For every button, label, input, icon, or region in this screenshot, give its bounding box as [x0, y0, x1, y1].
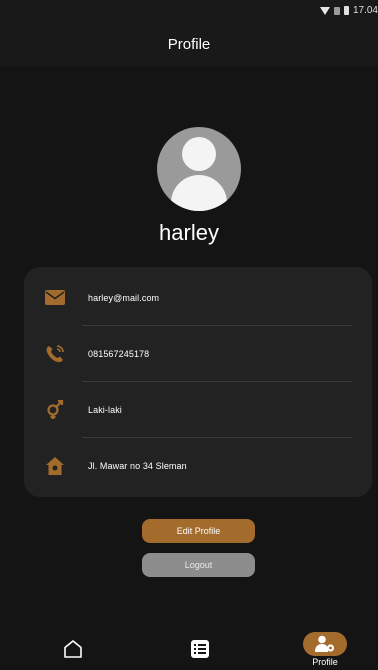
list-nav-icon	[191, 640, 209, 658]
profile-info-card: harley@mail.com 081567245178 Laki-laki J…	[24, 267, 372, 497]
battery-icon	[343, 6, 349, 15]
logout-button[interactable]: Logout	[142, 553, 255, 577]
avatar-body	[171, 175, 227, 211]
gender-icon	[44, 399, 66, 421]
nav-list[interactable]	[183, 628, 217, 670]
gender-row: Laki-laki	[40, 381, 356, 438]
phone-row: 081567245178	[40, 325, 356, 382]
nav-profile-label: Profile	[312, 656, 338, 667]
email-text: harley@mail.com	[88, 292, 160, 303]
address-row: Jl. Mawar no 34 Sleman	[40, 437, 356, 494]
edit-profile-button[interactable]: Edit Profile	[142, 519, 255, 543]
status-time: 17.04	[352, 5, 378, 16]
gender-text: Laki-laki	[88, 404, 122, 415]
bottom-nav: Profile	[0, 628, 378, 670]
address-text: Jl. Mawar no 34 Sleman	[88, 460, 187, 471]
phone-text: 081567245178	[88, 348, 150, 359]
status-icons: 17.04	[319, 5, 378, 16]
email-row: harley@mail.com	[40, 269, 356, 326]
nav-profile[interactable]: Profile	[300, 628, 350, 670]
wifi-icon	[319, 6, 330, 15]
page-title: Profile	[167, 35, 211, 53]
nav-profile-pill	[303, 631, 347, 656]
app-bar: Profile	[0, 22, 378, 66]
home-address-icon	[44, 455, 66, 477]
status-bar: 17.04	[0, 0, 378, 22]
home-nav-icon	[64, 640, 82, 658]
username: harley	[159, 220, 219, 245]
phone-icon	[44, 343, 66, 365]
mail-icon	[44, 287, 66, 309]
avatar	[157, 127, 241, 211]
avatar-head	[182, 137, 216, 171]
profile-nav-icon	[315, 635, 335, 652]
sim-icon	[333, 6, 340, 15]
nav-home[interactable]	[56, 628, 90, 670]
